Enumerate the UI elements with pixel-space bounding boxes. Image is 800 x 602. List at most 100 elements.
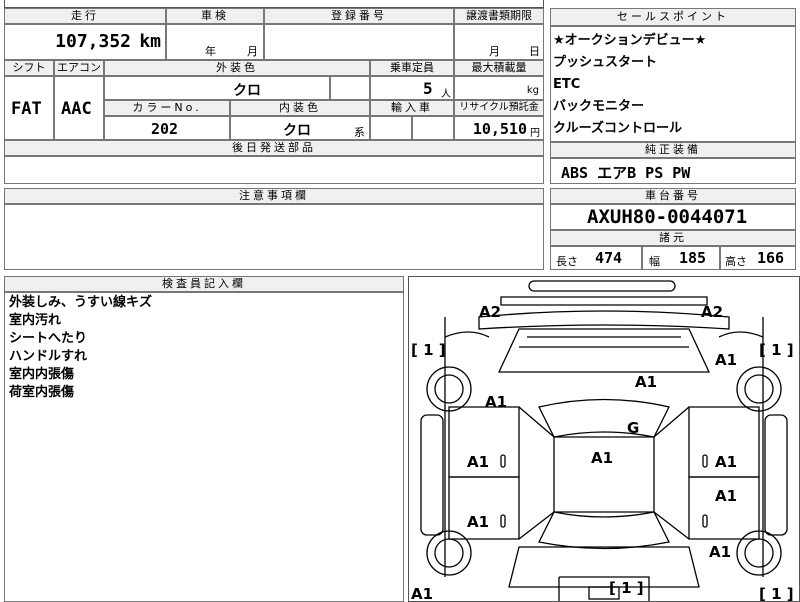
damage-mark-5: A1: [715, 351, 737, 369]
chassis-header: 車台番号: [550, 188, 796, 204]
mileage-value: 107,352: [55, 31, 131, 52]
selling-points-list: ★オークションデビュー★ プッシュスタート ETC バックモニター クルーズコン…: [550, 26, 796, 142]
capacity-header: 乗車定員: [370, 60, 454, 76]
damage-mark-2: A2: [701, 303, 723, 321]
damage-mark-6: A1: [635, 373, 657, 391]
later-parts-cell: [4, 156, 544, 184]
damage-mark-15: A1: [411, 585, 433, 601]
ac-cell: AAC: [54, 76, 104, 140]
capacity-unit: 人: [441, 89, 451, 100]
damage-mark-7: A1: [485, 393, 507, 411]
specs-height-value: 166: [757, 249, 785, 267]
interior-header: 内装色: [230, 100, 370, 116]
chassis-cell: AXUH80-0044071: [550, 204, 796, 230]
mileage-unit: km: [139, 31, 161, 52]
inspection-year-label: 年: [205, 45, 216, 58]
transfer-month-label: 月: [489, 45, 500, 58]
inspector-header: 検査員記入欄: [4, 276, 404, 292]
exterior-value: クロ: [233, 83, 261, 99]
capacity-value: 5: [423, 79, 433, 98]
damage-mark-17: [ 1 ]: [609, 579, 644, 597]
damage-mark-3: [ 1 ]: [411, 341, 446, 359]
color-no-header: カラーNo.: [104, 100, 230, 116]
color-no-value: 202: [151, 120, 179, 138]
import-cell-a: [370, 116, 412, 140]
mileage-header: 走行: [4, 8, 166, 24]
selling-point-2: プッシュスタート: [553, 55, 658, 70]
interior-suffix: 系: [354, 126, 365, 139]
selling-point-5: クルーズコントロール: [553, 121, 682, 136]
specs-length-label: 長さ: [556, 255, 578, 268]
specs-width-value: 185: [679, 249, 707, 267]
inspection-cell: 年 月: [166, 24, 264, 60]
equipment-header: 純正装備: [550, 142, 796, 158]
selling-points-header: セールスポイント: [550, 8, 796, 26]
damage-mark-12: A1: [715, 487, 737, 505]
recycle-cell: 10,510 円: [454, 116, 544, 140]
selling-point-3: ETC: [553, 77, 581, 92]
specs-height-cell: 高さ 166: [720, 246, 796, 270]
recycle-header: リサイクル預託金: [454, 100, 544, 116]
inspection-month-label: 月: [247, 45, 258, 58]
shift-value: FAT: [11, 99, 42, 119]
inspector-note-6: 荷室内張傷: [9, 385, 75, 400]
color-no-cell: 202: [104, 116, 230, 140]
load-unit: kg: [526, 85, 539, 96]
inspector-notes: 外装しみ、うすい線キズ 室内汚れ シートへたり ハンドルすれ 室内内張傷 荷室内…: [4, 292, 404, 602]
top-stub-bar: [4, 0, 544, 8]
damage-mark-1: A2: [479, 303, 501, 321]
exterior-extra-cell: [330, 76, 370, 100]
caution-cell: [4, 204, 544, 270]
load-cell: kg: [454, 76, 544, 100]
equipment-value: ABS エアB PS PW: [561, 164, 691, 182]
car-diagram: A2 A2 [ 1 ] [ 1 ] A1 A1 A1 G A1 A1 A1 A1 A1 A1 A1 [ 1 ]…: [411, 280, 794, 601]
ac-value: AAC: [61, 99, 92, 119]
transfer-cell: 月 日: [454, 24, 544, 60]
shift-header: シフト: [4, 60, 54, 76]
exterior-header: 外装色: [104, 60, 370, 76]
specs-length-cell: 長さ 474: [550, 246, 642, 270]
selling-point-4: バックモニター: [553, 99, 645, 114]
mileage-cell: 107,352 km: [4, 24, 166, 60]
import-header: 輸入車: [370, 100, 454, 116]
transfer-header: 譲渡書類期限: [454, 8, 544, 24]
registration-cell: [264, 24, 454, 60]
specs-length-value: 474: [595, 249, 623, 267]
interior-value: クロ: [283, 123, 311, 139]
capacity-cell: 5 人: [370, 76, 454, 100]
specs-width-label: 幅: [649, 255, 660, 268]
caution-header: 注意事項欄: [4, 188, 544, 204]
specs-width-cell: 幅 185: [642, 246, 720, 270]
damage-mark-11: A1: [715, 453, 737, 471]
shift-cell: FAT: [4, 76, 54, 140]
damage-mark-13: A1: [467, 513, 489, 531]
inspector-note-1: 外装しみ、うすい線キズ: [9, 295, 153, 310]
recycle-unit: 円: [530, 128, 540, 139]
specs-height-label: 高さ: [725, 255, 747, 268]
damage-mark-10: A1: [467, 453, 489, 471]
recycle-value: 10,510: [472, 120, 527, 138]
damage-mark-4: [ 1 ]: [759, 341, 794, 359]
inspection-header: 車検: [166, 8, 264, 24]
transfer-day-label: 日: [529, 45, 540, 58]
damage-mark-9: A1: [591, 449, 613, 467]
damage-mark-16: [ 1 ]: [759, 585, 794, 601]
later-parts-header: 後日発送部品: [4, 140, 544, 156]
inspector-note-4: ハンドルすれ: [9, 349, 88, 364]
damage-mark-8: G: [627, 419, 639, 437]
inspector-note-3: シートへたり: [9, 331, 88, 346]
inspector-note-5: 室内内張傷: [9, 367, 75, 382]
import-cell-b: [412, 116, 454, 140]
selling-point-1: ★オークションデビュー★: [553, 33, 707, 48]
exterior-cell: クロ: [104, 76, 330, 100]
equipment-cell: ABS エアB PS PW: [550, 158, 796, 184]
chassis-value: AXUH80-0044071: [587, 206, 748, 228]
registration-header: 登録番号: [264, 8, 454, 24]
specs-header: 諸元: [550, 230, 796, 246]
car-diagram-panel: A2 A2 [ 1 ] [ 1 ] A1 A1 A1 G A1 A1 A1 A1 A1 A1 A1 [ 1 ]…: [408, 276, 800, 602]
load-header: 最大積載量: [454, 60, 544, 76]
damage-mark-14: A1: [709, 543, 731, 561]
interior-cell: クロ 系: [230, 116, 370, 140]
inspector-note-2: 室内汚れ: [9, 313, 62, 328]
ac-header: エアコン: [54, 60, 104, 76]
